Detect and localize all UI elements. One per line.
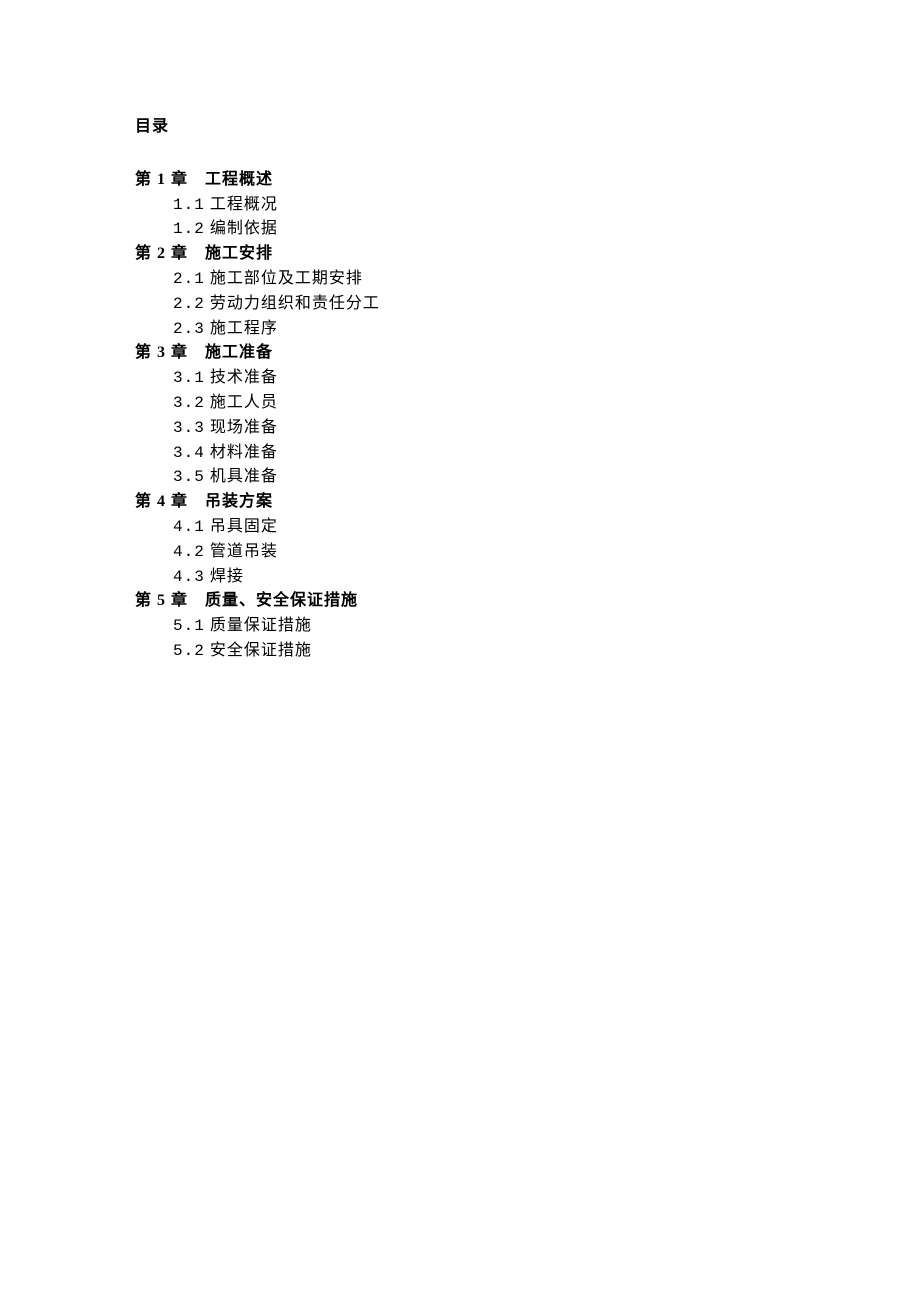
section-number: 3.5 — [173, 468, 205, 486]
chapter-heading: 第 4 章 吊装方案 — [135, 490, 920, 515]
toc-section: 3.1 技术准备 — [135, 366, 920, 391]
toc-section: 3.3 现场准备 — [135, 416, 920, 441]
section-number: 3.1 — [173, 369, 205, 387]
chapter-heading: 第 2 章 施工安排 — [135, 242, 920, 267]
section-label: 劳动力组织和责任分工 — [210, 295, 380, 312]
section-label: 机具准备 — [210, 468, 278, 485]
section-label: 质量保证措施 — [210, 617, 312, 634]
toc-section: 5.2 安全保证措施 — [135, 639, 920, 664]
section-number: 1.2 — [173, 220, 205, 238]
chapter-heading: 第 3 章 施工准备 — [135, 341, 920, 366]
section-label: 现场准备 — [210, 419, 278, 436]
toc-section: 4.2 管道吊装 — [135, 540, 920, 565]
section-number: 4.3 — [173, 568, 205, 586]
toc-section: 3.2 施工人员 — [135, 391, 920, 416]
section-number: 2.1 — [173, 270, 205, 288]
toc-section: 2.2 劳动力组织和责任分工 — [135, 292, 920, 317]
section-label: 焊接 — [210, 568, 244, 585]
chapter-heading: 第 1 章 工程概述 — [135, 168, 920, 193]
section-label: 材料准备 — [210, 444, 278, 461]
section-number: 3.4 — [173, 444, 205, 462]
section-number: 2.2 — [173, 295, 205, 313]
toc-title: 目录 — [135, 115, 920, 140]
section-number: 4.1 — [173, 518, 205, 536]
toc-section: 1.1 工程概况 — [135, 193, 920, 218]
section-number: 1.1 — [173, 196, 205, 214]
section-number: 4.2 — [173, 543, 205, 561]
section-label: 安全保证措施 — [210, 642, 312, 659]
toc-section: 4.3 焊接 — [135, 565, 920, 590]
section-number: 5.1 — [173, 617, 205, 635]
section-number: 3.2 — [173, 394, 205, 412]
section-label: 吊具固定 — [210, 518, 278, 535]
section-label: 施工人员 — [210, 394, 278, 411]
toc-section: 2.1 施工部位及工期安排 — [135, 267, 920, 292]
chapter-heading: 第 5 章 质量、安全保证措施 — [135, 589, 920, 614]
section-number: 3.3 — [173, 419, 205, 437]
section-number: 5.2 — [173, 642, 205, 660]
section-label: 施工部位及工期安排 — [210, 270, 363, 287]
toc-section: 4.1 吊具固定 — [135, 515, 920, 540]
section-label: 管道吊装 — [210, 543, 278, 560]
toc-section: 5.1 质量保证措施 — [135, 614, 920, 639]
toc-section: 3.4 材料准备 — [135, 441, 920, 466]
section-label: 施工程序 — [210, 320, 278, 337]
toc-section: 2.3 施工程序 — [135, 317, 920, 342]
toc-section: 1.2 编制依据 — [135, 217, 920, 242]
section-label: 编制依据 — [210, 220, 278, 237]
section-label: 工程概况 — [210, 196, 278, 213]
section-label: 技术准备 — [210, 369, 278, 386]
toc-section: 3.5 机具准备 — [135, 465, 920, 490]
section-number: 2.3 — [173, 320, 205, 338]
toc-body: 第 1 章 工程概述 1.1 工程概况 1.2 编制依据 第 2 章 施工安排 … — [135, 168, 920, 664]
